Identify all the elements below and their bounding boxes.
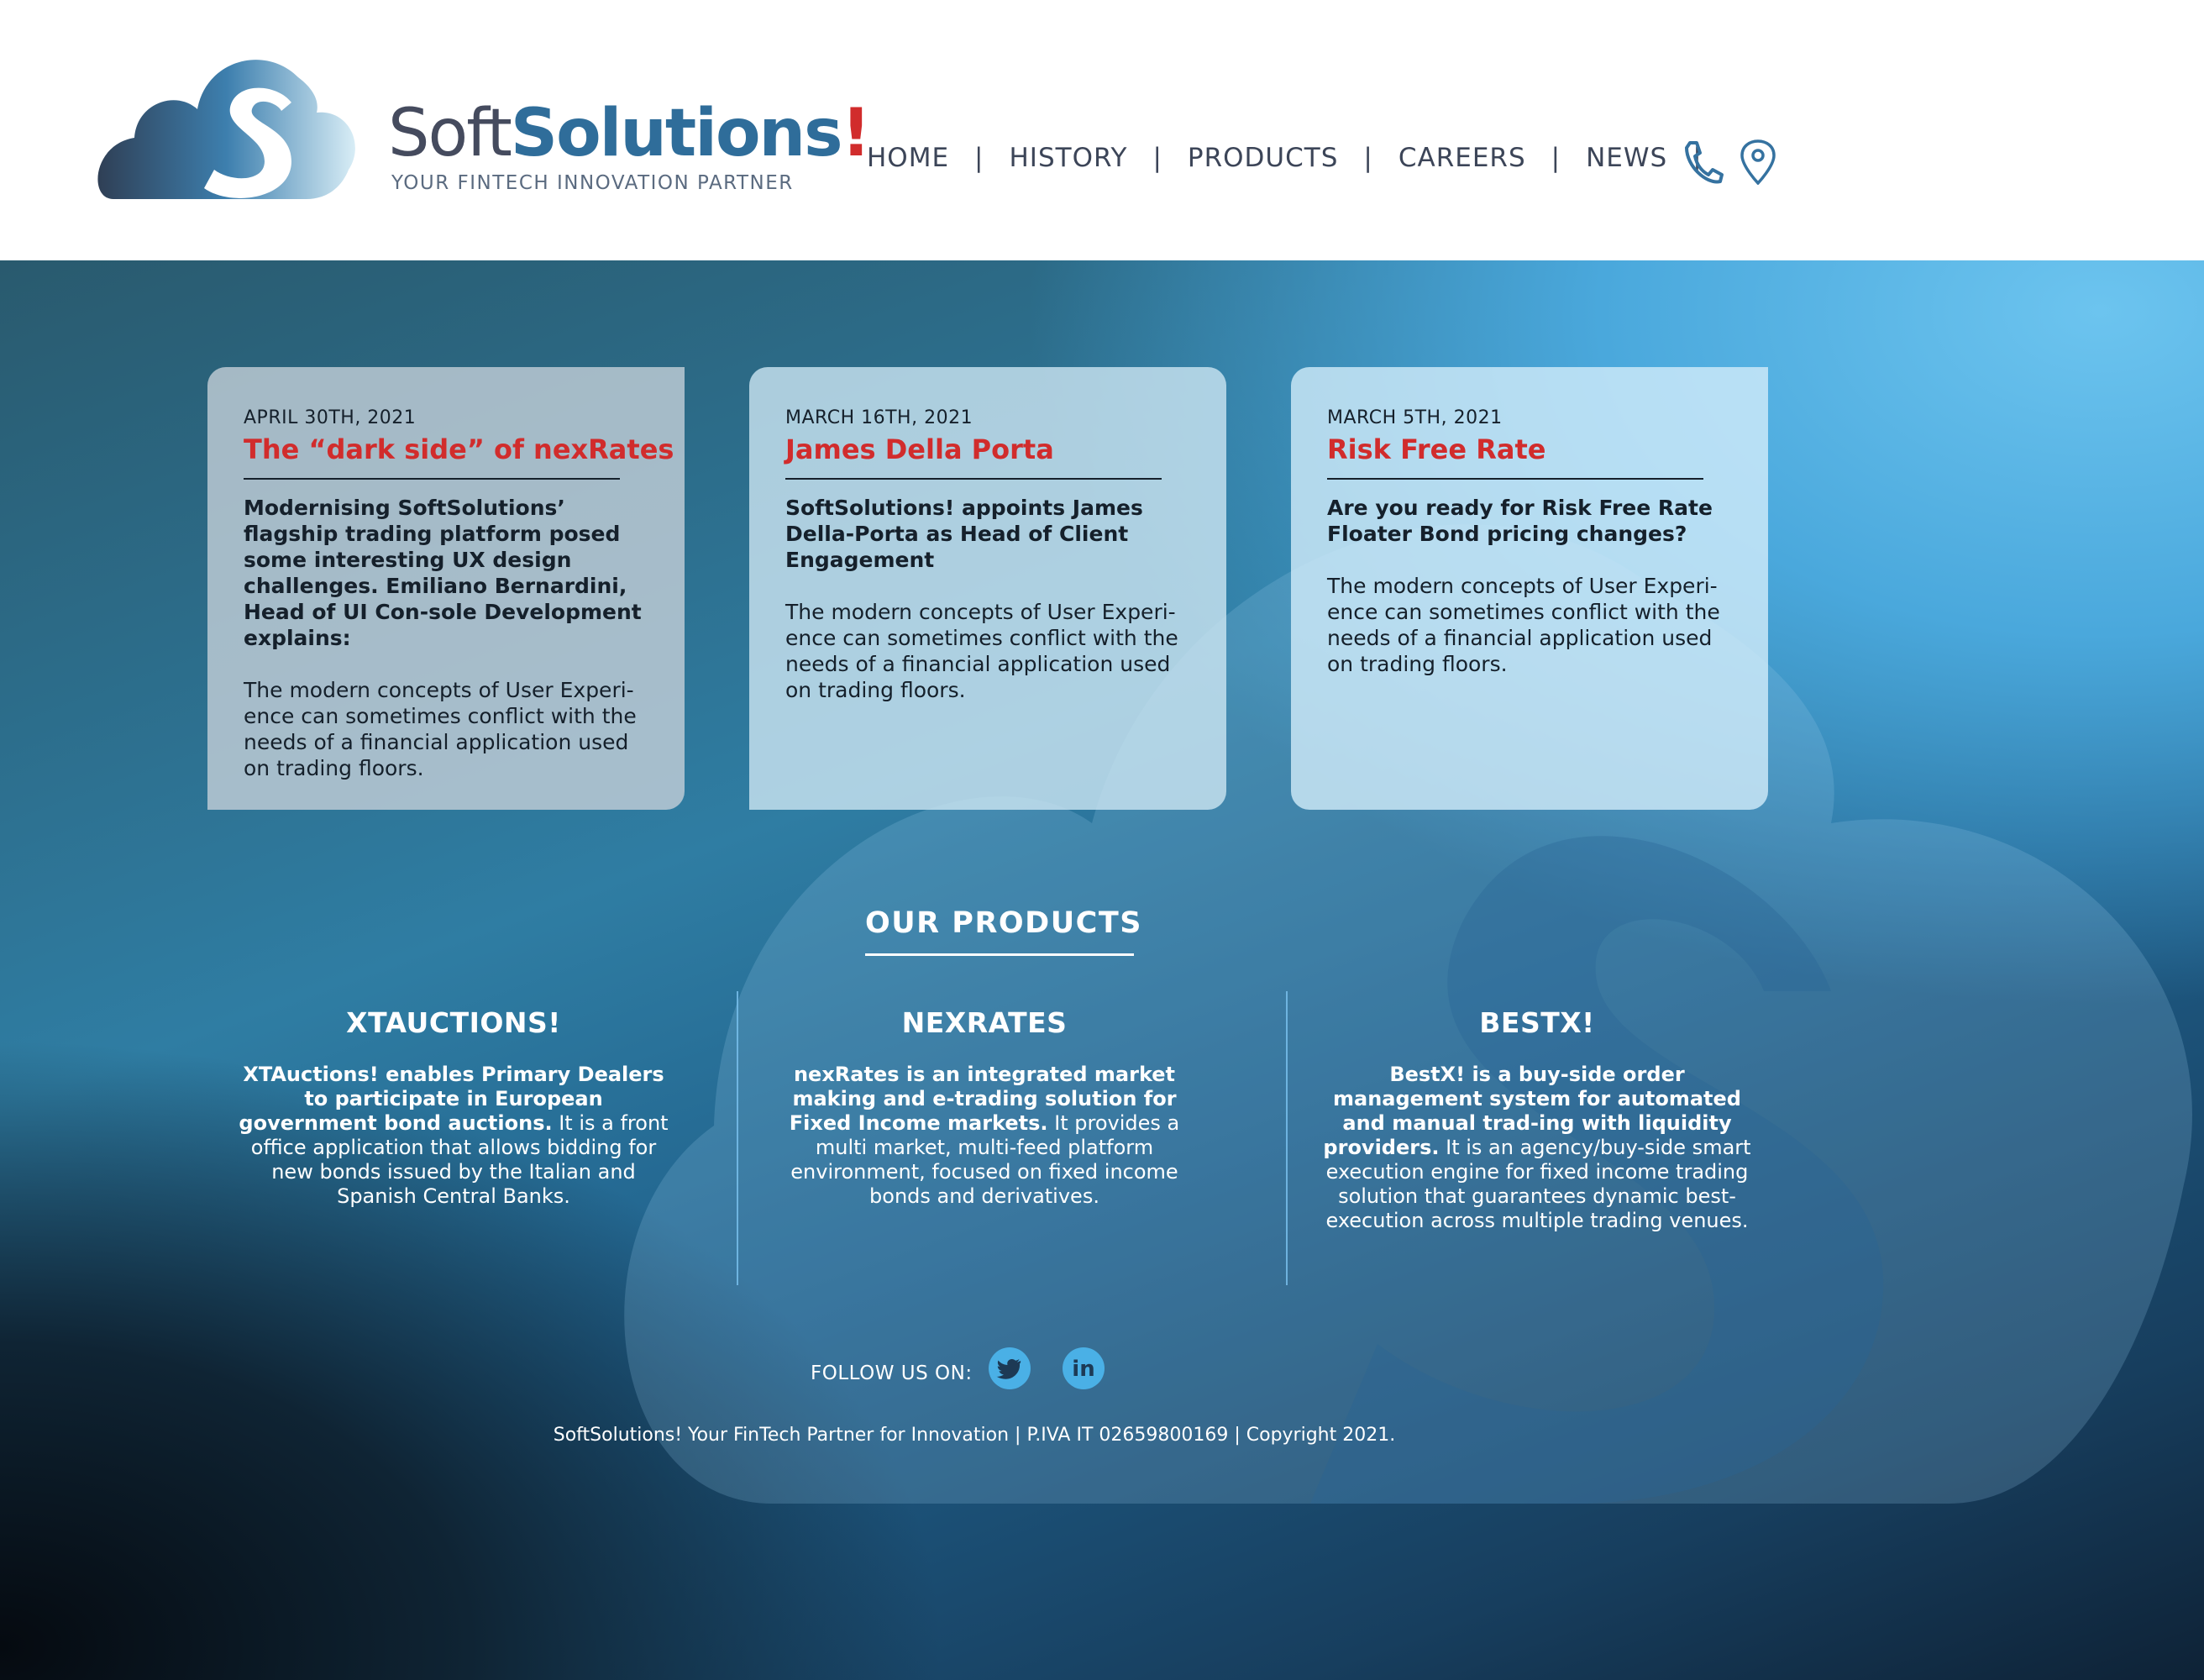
nav-separator: | [1551, 143, 1561, 173]
news-lead: Are you ready for Risk Free Rate Floater… [1327, 496, 1713, 546]
follow-us-label: FOLLOW US ON: [811, 1362, 973, 1384]
news-lead: SoftSolutions! appoints James Della-Port… [785, 496, 1143, 572]
product-description: nexRates is an integrated market making … [766, 1063, 1203, 1209]
product-card-bestx[interactable]: BESTX! BestX! is a buy-side order manage… [1319, 1006, 1755, 1233]
product-divider [1286, 991, 1288, 1285]
product-description: BestX! is a buy-side order management sy… [1319, 1063, 1755, 1233]
product-name[interactable]: XTAUCTIONS! [235, 1006, 672, 1039]
phone-icon[interactable] [1682, 139, 1724, 185]
news-date: MARCH 16TH, 2021 [785, 407, 973, 428]
news-title[interactable]: Risk Free Rate [1327, 433, 1738, 465]
nav-careers[interactable]: CAREERS [1398, 143, 1526, 173]
products-section-title: OUR PRODUCTS [865, 906, 1142, 940]
news-card[interactable]: APRIL 30TH, 2021 The “dark side” of nexR… [207, 367, 685, 810]
linkedin-icon[interactable]: in [1062, 1347, 1105, 1390]
news-lead: Modernising SoftSolutions’ flagship trad… [244, 496, 642, 650]
nav-news[interactable]: NEWS [1586, 143, 1667, 173]
news-date: MARCH 5TH, 2021 [1327, 407, 1503, 428]
nav-history[interactable]: HISTORY [1010, 143, 1128, 173]
title-divider [1327, 478, 1703, 480]
title-divider [785, 478, 1162, 480]
news-body: The modern concepts of User Experi-ence … [785, 600, 1178, 702]
nav-home[interactable]: HOME [867, 143, 949, 173]
copyright-text: SoftSolutions! Your FinTech Partner for … [553, 1425, 1396, 1446]
twitter-icon[interactable] [988, 1347, 1031, 1390]
brand-soft: Soft [388, 96, 512, 171]
product-divider [737, 991, 738, 1285]
main-nav: HOME | HISTORY | PRODUCTS | CAREERS | NE… [867, 139, 1728, 176]
product-description: XTAuctions! enables Primary Dealers to p… [235, 1063, 672, 1209]
news-card[interactable]: MARCH 5TH, 2021 Risk Free Rate Are you r… [1291, 367, 1768, 810]
news-title[interactable]: The “dark side” of nexRates [244, 433, 674, 465]
news-date: APRIL 30TH, 2021 [244, 407, 417, 428]
nav-separator: | [1152, 143, 1162, 173]
brand-tagline: YOUR FINTECH INNOVATION PARTNER [391, 172, 794, 194]
nav-separator: | [1363, 143, 1373, 173]
section-title-underline [865, 953, 1134, 956]
location-pin-icon[interactable] [1737, 139, 1779, 185]
linkedin-icon-text: in [1072, 1357, 1094, 1382]
site-header: SoftSolutions! YOUR FINTECH INNOVATION P… [0, 0, 2204, 260]
title-divider [244, 478, 620, 480]
news-card[interactable]: MARCH 16TH, 2021 James Della Porta SoftS… [749, 367, 1226, 810]
brand-solutions: Solutions [510, 96, 843, 171]
nav-separator: | [974, 143, 984, 173]
brand-exclamation: ! [841, 96, 872, 171]
nav-products[interactable]: PRODUCTS [1188, 143, 1338, 173]
product-card-nexrates[interactable]: NEXRATES nexRates is an integrated marke… [766, 1006, 1203, 1209]
news-body: The modern concepts of User Experi-ence … [244, 678, 637, 780]
product-name[interactable]: BESTX! [1319, 1006, 1755, 1039]
hero-section: APRIL 30TH, 2021 The “dark side” of nexR… [0, 260, 2204, 1680]
product-card-xtauctions[interactable]: XTAUCTIONS! XTAuctions! enables Primary … [235, 1006, 672, 1209]
news-body: The modern concepts of User Experi-ence … [1327, 574, 1720, 676]
product-name[interactable]: NEXRATES [766, 1006, 1203, 1039]
cloud-logo-icon[interactable] [97, 44, 365, 203]
news-title[interactable]: James Della Porta [785, 433, 1196, 465]
